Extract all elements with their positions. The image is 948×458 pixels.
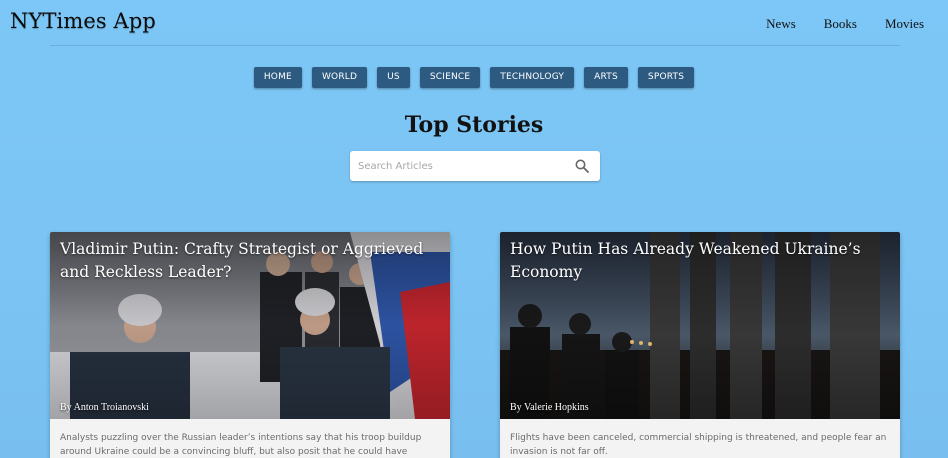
- article-byline: By Valerie Hopkins: [510, 402, 589, 413]
- nav-link-movies[interactable]: Movies: [885, 16, 924, 32]
- top-nav-links: News Books Movies: [766, 16, 924, 32]
- article-byline: By Anton Troianovski: [60, 402, 149, 413]
- article-image[interactable]: How Putin Has Already Weakened Ukraine’s…: [500, 232, 900, 419]
- article-summary: Analysts puzzling over the Russian leade…: [60, 433, 422, 457]
- category-home-button[interactable]: HOME: [253, 67, 302, 88]
- app-title[interactable]: NYTimes App: [10, 9, 156, 33]
- category-us-button[interactable]: US: [377, 67, 410, 88]
- category-sports-button[interactable]: SPORTS: [637, 67, 695, 88]
- nav-link-books[interactable]: Books: [824, 16, 857, 32]
- nav-link-news[interactable]: News: [766, 16, 796, 32]
- search-box: [350, 151, 600, 181]
- category-world-button[interactable]: WORLD: [311, 67, 368, 88]
- search-input[interactable]: [350, 151, 568, 181]
- category-arts-button[interactable]: ARTS: [584, 67, 628, 88]
- search-icon[interactable]: [574, 158, 590, 174]
- article-title[interactable]: How Putin Has Already Weakened Ukraine’s…: [510, 238, 890, 284]
- article-card[interactable]: Vladimir Putin: Crafty Strategist or Agg…: [50, 232, 450, 458]
- top-navigation-bar: NYTimes App News Books Movies: [0, 0, 948, 46]
- article-summary: Flights have been canceled, commercial s…: [510, 433, 887, 457]
- page-title: Top Stories: [404, 112, 544, 138]
- article-image[interactable]: Vladimir Putin: Crafty Strategist or Agg…: [50, 232, 450, 419]
- category-science-button[interactable]: SCIENCE: [419, 67, 481, 88]
- category-technology-button[interactable]: TECHNOLOGY: [490, 67, 575, 88]
- article-title[interactable]: Vladimir Putin: Crafty Strategist or Agg…: [60, 238, 440, 284]
- category-bar: HOME WORLD US SCIENCE TECHNOLOGY ARTS SP…: [0, 67, 948, 88]
- article-card[interactable]: How Putin Has Already Weakened Ukraine’s…: [500, 232, 900, 458]
- header-divider: [50, 45, 900, 46]
